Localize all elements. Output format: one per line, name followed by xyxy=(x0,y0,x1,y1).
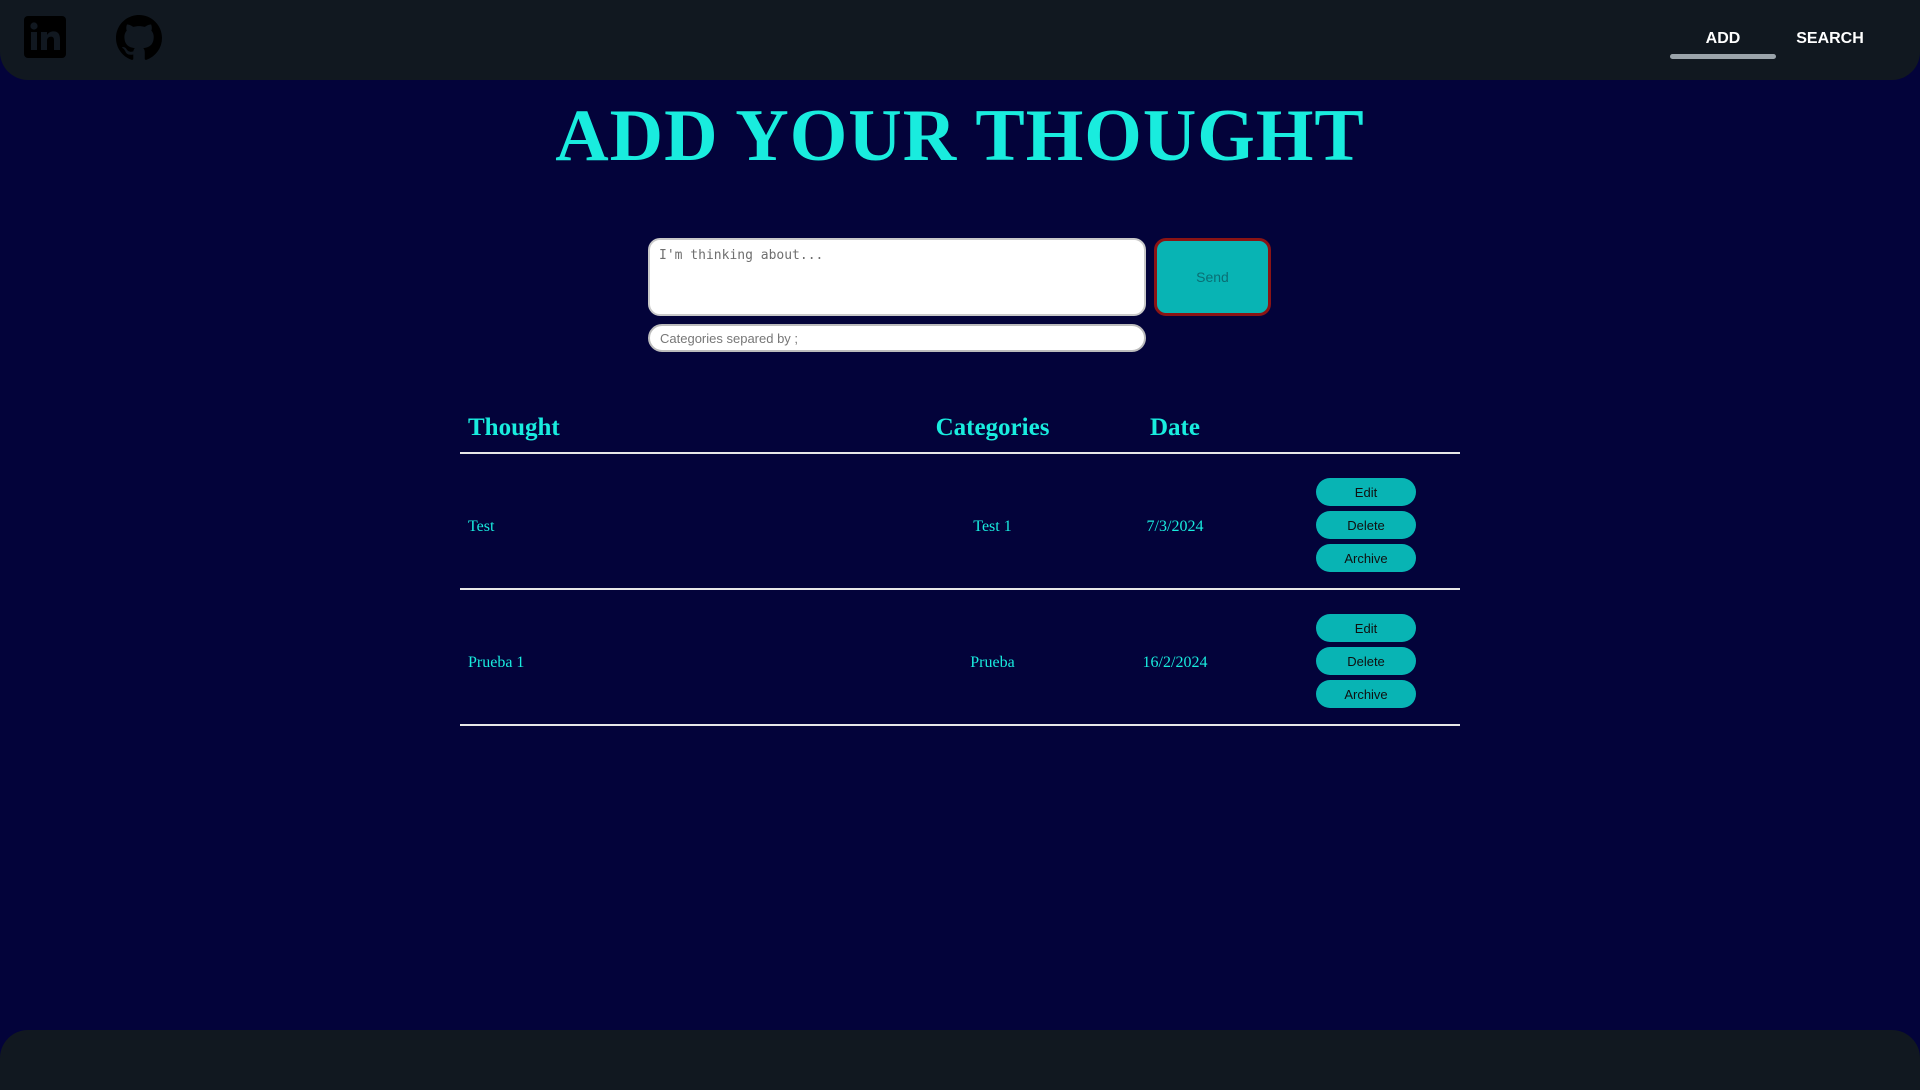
date-cell: 7/3/2024 xyxy=(1146,518,1204,535)
table-row: Test Test 1 7/3/2024 Edit Delete Archive xyxy=(460,454,1460,590)
delete-button[interactable]: Delete xyxy=(1316,647,1416,675)
thought-input[interactable] xyxy=(648,238,1146,316)
github-link[interactable] xyxy=(116,15,162,61)
linkedin-icon xyxy=(24,16,66,58)
categories-cell: Test 1 xyxy=(973,518,1012,535)
table-header: Thought Categories Date xyxy=(460,408,1460,454)
github-icon xyxy=(116,15,162,60)
footer-bar xyxy=(0,1030,1920,1090)
archive-button[interactable]: Archive xyxy=(1316,680,1416,708)
date-cell: 16/2/2024 xyxy=(1142,654,1208,671)
row-actions: Edit Delete Archive xyxy=(1316,478,1416,577)
delete-button[interactable]: Delete xyxy=(1316,511,1416,539)
column-header-date: Date xyxy=(1150,414,1200,441)
edit-button[interactable]: Edit xyxy=(1316,478,1416,506)
thought-cell: Test xyxy=(468,518,495,535)
thought-cell: Prueba 1 xyxy=(468,654,525,671)
column-header-categories: Categories xyxy=(935,414,1050,441)
active-nav-indicator xyxy=(1670,54,1776,59)
linkedin-link[interactable] xyxy=(24,16,66,58)
column-header-thought: Thought xyxy=(468,414,560,441)
categories-cell: Prueba xyxy=(970,654,1015,671)
nav-search-link[interactable]: SEARCH xyxy=(1780,30,1880,48)
page-title: ADD YOUR THOUGHT xyxy=(555,95,1365,177)
top-navbar: ADD SEARCH xyxy=(0,0,1920,80)
categories-input[interactable] xyxy=(648,324,1146,352)
send-button[interactable]: Send xyxy=(1154,238,1271,316)
nav-add-link[interactable]: ADD xyxy=(1670,30,1776,48)
archive-button[interactable]: Archive xyxy=(1316,544,1416,572)
thoughts-table: Thought Categories Date Test Test 1 7/3/… xyxy=(460,408,1460,726)
edit-button[interactable]: Edit xyxy=(1316,614,1416,642)
row-actions: Edit Delete Archive xyxy=(1316,614,1416,713)
table-row: Prueba 1 Prueba 16/2/2024 Edit Delete Ar… xyxy=(460,590,1460,726)
